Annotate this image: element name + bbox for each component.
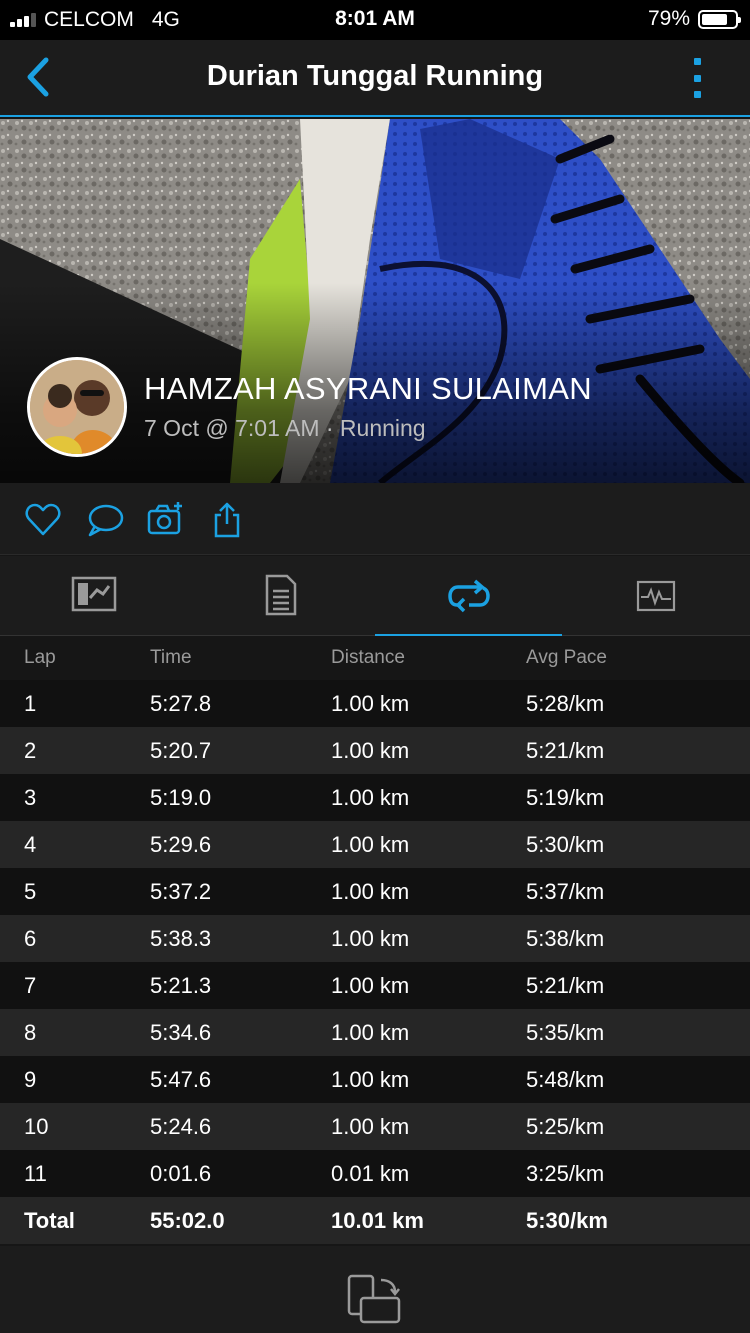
status-bar: CELCOM 4G 8:01 AM 79% <box>0 0 750 40</box>
header-lap: Lap <box>24 647 56 668</box>
lap-distance: 1.00 km <box>331 1019 410 1045</box>
table-row[interactable]: 11 0:01.6 0.01 km 3:25/km <box>0 1150 750 1197</box>
total-distance: 10.01 km <box>331 1207 424 1233</box>
lap-number: 5 <box>24 878 37 904</box>
page-title: Durian Tunggal Running <box>206 60 544 92</box>
tab-stats[interactable] <box>187 556 374 636</box>
lap-distance: 1.00 km <box>331 972 410 998</box>
header-distance: Distance <box>331 647 405 668</box>
lap-pace: 5:25/km <box>526 1113 605 1139</box>
user-name[interactable]: HAMZAH ASYRANI SULAIMAN <box>144 371 592 407</box>
table-row[interactable]: 9 5:47.6 1.00 km 5:48/km <box>0 1056 750 1103</box>
rotate-device-icon[interactable] <box>345 1274 403 1326</box>
table-row[interactable]: 2 5:20.7 1.00 km 5:21/km <box>0 727 750 774</box>
lap-pace: 5:21/km <box>526 737 605 763</box>
lap-pace: 5:21/km <box>526 972 605 998</box>
lap-number: 4 <box>24 831 37 857</box>
lap-distance: 1.00 km <box>331 878 410 904</box>
activity-meta: 7 Oct @ 7:01 AM · Running <box>144 415 426 441</box>
lap-distance: 1.00 km <box>331 831 410 857</box>
lap-pace: 5:37/km <box>526 878 605 904</box>
action-bar <box>0 483 750 555</box>
document-list-icon <box>265 574 296 616</box>
lap-distance: 1.00 km <box>331 784 410 810</box>
lap-number: 10 <box>24 1113 49 1139</box>
table-row[interactable]: 3 5:19.0 1.00 km 5:19/km <box>0 774 750 821</box>
heart-icon[interactable] <box>24 501 62 539</box>
lap-number: 1 <box>24 690 37 716</box>
battery-status: 79% <box>647 7 741 31</box>
lap-distance: 1.00 km <box>331 1066 410 1092</box>
more-vertical-icon[interactable] <box>692 58 702 98</box>
total-label: Total <box>24 1207 75 1233</box>
total-pace: 5:30/km <box>526 1207 608 1233</box>
lap-time: 5:34.6 <box>150 1019 212 1045</box>
table-row[interactable]: 4 5:29.6 1.00 km 5:30/km <box>0 821 750 868</box>
lap-pace: 5:30/km <box>526 831 605 857</box>
battery-icon <box>698 9 741 29</box>
lap-time: 5:27.8 <box>150 690 212 716</box>
laps-table: Lap Time Distance Avg Pace 1 5:27.8 1.00 k… <box>0 636 750 1244</box>
header-pace: Avg Pace <box>526 647 607 668</box>
lap-distance: 1.00 km <box>331 690 410 716</box>
table-header: Lap Time Distance Avg Pace <box>0 636 750 680</box>
total-time: 55:02.0 <box>150 1207 225 1233</box>
lap-pace: 5:38/km <box>526 925 605 951</box>
tab-laps[interactable] <box>375 556 562 637</box>
avatar-photo <box>30 360 124 454</box>
lap-pace: 5:28/km <box>526 690 605 716</box>
battery-percent: 79% <box>647 7 690 30</box>
activity-hero: HAMZAH ASYRANI SULAIMAN 7 Oct @ 7:01 AM … <box>0 119 750 483</box>
lap-time: 5:37.2 <box>150 878 212 904</box>
avatar[interactable] <box>27 357 127 457</box>
lap-number: 9 <box>24 1066 37 1092</box>
lap-distance: 1.00 km <box>331 1113 410 1139</box>
lap-number: 7 <box>24 972 37 998</box>
tab-charts[interactable] <box>562 556 749 636</box>
header-time: Time <box>150 647 192 668</box>
lap-time: 5:38.3 <box>150 925 212 951</box>
lap-pace: 5:19/km <box>526 784 605 810</box>
lap-number: 3 <box>24 784 37 810</box>
lap-pace: 5:35/km <box>526 1019 605 1045</box>
table-row[interactable]: 1 5:27.8 1.00 km 5:28/km <box>0 680 750 727</box>
lap-pace: 5:48/km <box>526 1066 605 1092</box>
lap-time: 5:21.3 <box>150 972 212 998</box>
table-row[interactable]: 8 5:34.6 1.00 km 5:35/km <box>0 1009 750 1056</box>
lap-pace: 3:25/km <box>526 1160 605 1186</box>
tab-overview[interactable] <box>0 556 187 636</box>
lap-number: 2 <box>24 737 37 763</box>
camera-add-icon[interactable] <box>146 501 184 539</box>
share-icon[interactable] <box>208 501 246 539</box>
table-row[interactable]: 10 5:24.6 1.00 km 5:25/km <box>0 1103 750 1150</box>
lap-time: 5:29.6 <box>150 831 212 857</box>
nav-bar: Durian Tunggal Running <box>0 40 750 117</box>
comment-icon[interactable] <box>86 501 124 539</box>
table-total-row: Total 55:02.0 10.01 km 5:30/km <box>0 1197 750 1244</box>
lap-distance: 1.00 km <box>331 925 410 951</box>
footer-bar <box>0 1246 750 1333</box>
lap-time: 5:24.6 <box>150 1113 212 1139</box>
lap-number: 6 <box>24 925 37 951</box>
lap-number: 11 <box>24 1160 47 1186</box>
lap-distance: 0.01 km <box>331 1160 410 1186</box>
table-row[interactable]: 6 5:38.3 1.00 km 5:38/km <box>0 915 750 962</box>
lap-time: 5:47.6 <box>150 1066 212 1092</box>
map-summary-icon <box>71 576 116 612</box>
laps-loop-icon <box>447 579 490 613</box>
activity-tabs <box>0 556 750 637</box>
table-row[interactable]: 5 5:37.2 1.00 km 5:37/km <box>0 868 750 915</box>
table-row[interactable]: 7 5:21.3 1.00 km 5:21/km <box>0 962 750 1009</box>
lap-time: 0:01.6 <box>150 1160 212 1186</box>
lap-time: 5:20.7 <box>150 737 212 763</box>
lap-number: 8 <box>24 1019 37 1045</box>
lap-distance: 1.00 km <box>331 737 410 763</box>
chart-pulse-icon <box>636 580 675 612</box>
lap-time: 5:19.0 <box>150 784 212 810</box>
status-time: 8:01 AM <box>335 7 415 30</box>
